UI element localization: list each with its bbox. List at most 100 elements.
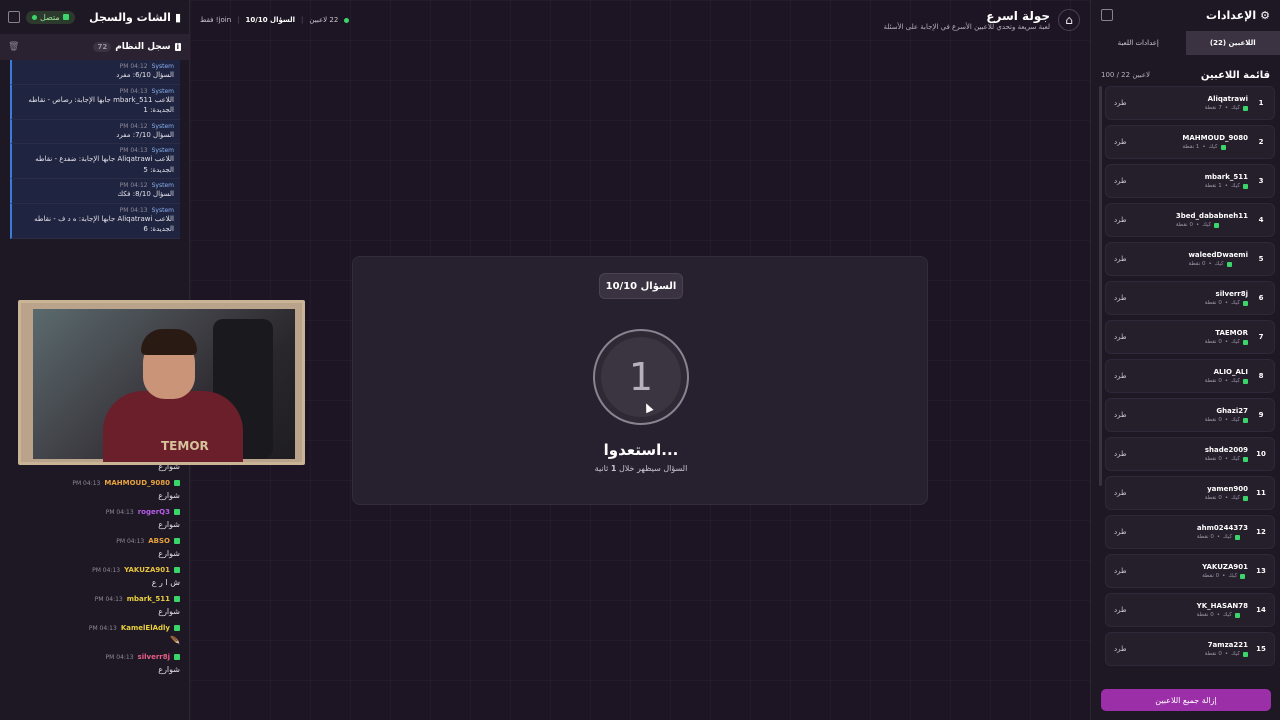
- player-source: كيك: [1231, 300, 1240, 306]
- kick-button[interactable]: طرد: [1114, 567, 1127, 575]
- ready-subtext: السؤال سيظهر خلال 1 ثانية: [353, 464, 929, 473]
- chat-icon: ▮: [174, 10, 181, 24]
- separator-dot: •: [1222, 573, 1226, 579]
- log-time: PM 04:13: [119, 87, 148, 95]
- settings-header: ⚙ الإعدادات: [1091, 0, 1280, 30]
- kick-button[interactable]: طرد: [1114, 294, 1127, 302]
- game-subtitle: لعبة سريعة وتحدي للاعبين الأسرع في الإجا…: [883, 23, 1050, 31]
- system-log-list[interactable]: PM 04:12 System السؤال 6/10: مفرد PM 04:13 S…: [0, 60, 190, 300]
- kick-button[interactable]: طرد: [1114, 333, 1127, 341]
- kick-check-icon: [62, 14, 69, 20]
- kick-button[interactable]: طرد: [1114, 606, 1127, 614]
- remove-all-players-button[interactable]: إزالة جميع اللاعبين: [1101, 689, 1271, 711]
- player-source: كيك: [1222, 612, 1232, 618]
- message-username[interactable]: rogerQ3: [138, 508, 170, 516]
- kick-button[interactable]: طرد: [1114, 450, 1127, 458]
- log-text: السؤال 8/10: فكك: [117, 190, 174, 198]
- player-source: كيك: [1231, 105, 1240, 111]
- players-list[interactable]: طرد Aliqatrawi كيك • 7 نقطة 1 طرد MAHMOUD_9080 ك…: [1105, 86, 1275, 666]
- player-text: ALIO_ALI كيك • 0 نقطة: [1205, 368, 1248, 384]
- player-name: Aliqatrawi: [1207, 95, 1248, 103]
- player-source: كيك: [1231, 456, 1240, 462]
- separator-dot: •: [1224, 378, 1229, 384]
- message-text: شوارع: [158, 665, 180, 674]
- kick-check-icon: [174, 509, 180, 515]
- player-text: 7amza221 كيك • 0 نقطة: [1205, 641, 1248, 657]
- message-username[interactable]: KamelElAdly: [121, 624, 170, 632]
- trash-icon[interactable]: 🗑: [8, 42, 19, 52]
- message-username[interactable]: YAKUZA901: [124, 566, 170, 574]
- message-meta: MAHMOUD_9080 PM 04:13: [10, 479, 180, 487]
- tab-game-settings[interactable]: إعدادات اللعبة: [1091, 31, 1186, 55]
- top-bar: 22 لاعبين | السؤال 10/10 | join! فقط ⌂ ج…: [190, 0, 1090, 40]
- log-item: PM 04:12 System السؤال 8/10: فكك: [10, 179, 180, 204]
- player-name: TAEMOR: [1215, 329, 1248, 337]
- chat-messages[interactable]: شوارع MAHMOUD_9080 PM 04:13 شوارع rogerQ3 PM …: [0, 458, 190, 678]
- player-meta: كيك • 7 نقطة: [1205, 105, 1248, 111]
- separator-dot: •: [1195, 222, 1200, 228]
- player-row: طرد Ghazi27 كيك • 0 نقطة 9: [1105, 398, 1275, 432]
- kick-check-icon: [1214, 222, 1220, 228]
- chat-message: rogerQ3 PM 04:13 شوارع: [0, 504, 190, 533]
- kick-button[interactable]: طرد: [1114, 138, 1127, 146]
- separator-dot: •: [1224, 456, 1229, 462]
- player-points: 1 نقطة: [1204, 183, 1222, 189]
- kick-button[interactable]: طرد: [1114, 177, 1127, 185]
- log-text: اللاعب mbark_511 جابها الإجابة: رصاص - ن…: [28, 95, 174, 115]
- collapse-panel-icon[interactable]: [8, 11, 20, 23]
- log-sender: System: [151, 182, 174, 189]
- player-info: waleedDwaemi كيك • 0 نقطة 5: [1188, 251, 1266, 267]
- message-username[interactable]: silverr8j: [138, 653, 170, 661]
- kick-check-icon: [1242, 183, 1248, 189]
- system-log-bar[interactable]: 🗑 i سجل النظام 72: [0, 34, 189, 60]
- separator-dot: •: [1216, 534, 1221, 540]
- message-username[interactable]: mbark_511: [127, 595, 170, 603]
- message-time: PM 04:13: [94, 595, 123, 603]
- kick-button[interactable]: طرد: [1114, 489, 1127, 497]
- kick-button[interactable]: طرد: [1114, 216, 1127, 224]
- player-rank: 10: [1256, 450, 1266, 458]
- player-source: كيك: [1208, 144, 1218, 150]
- players-scrollbar[interactable]: [1099, 86, 1102, 486]
- kick-button[interactable]: طرد: [1114, 528, 1127, 536]
- message-meta: ABSO PM 04:13: [10, 537, 180, 545]
- player-info: mbark_511 كيك • 1 نقطة 3: [1205, 173, 1266, 189]
- player-meta: كيك • 0 نقطة: [1205, 651, 1248, 657]
- player-name: mbark_511: [1204, 173, 1248, 181]
- player-row: طرد waleedDwaemi كيك • 0 نقطة 5: [1105, 242, 1275, 276]
- player-rank: 12: [1256, 528, 1266, 536]
- message-username[interactable]: MAHMOUD_9080: [104, 479, 170, 487]
- player-points: 0 نقطة: [1188, 261, 1206, 267]
- message-meta: rogerQ3 PM 04:13: [10, 508, 180, 516]
- message-username[interactable]: ABSO: [148, 537, 170, 545]
- game-header: ⌂ جولة اسرع لعبة سريعة وتحدي للاعبين الأ…: [884, 9, 1080, 31]
- player-name: shade2009: [1204, 446, 1248, 454]
- message-meta: KamelElAdly PM 04:13: [10, 624, 180, 632]
- kick-check-icon: [1240, 573, 1246, 579]
- message-time: PM 04:13: [72, 479, 101, 487]
- collapse-panel-icon[interactable]: [1101, 9, 1113, 21]
- kick-button[interactable]: طرد: [1114, 255, 1127, 263]
- player-name: silverr8j: [1215, 290, 1248, 298]
- log-item: PM 04:13 System اللاعب Aliqatrawi جابها ال…: [10, 203, 180, 239]
- log-text: اللاعب Aliqatrawi جابها الإجابة: ه د ف -…: [34, 214, 174, 234]
- chat-message: mbark_511 PM 04:13 شوارع: [0, 591, 190, 620]
- kick-check-icon: [174, 567, 180, 573]
- kick-button[interactable]: طرد: [1114, 411, 1127, 419]
- message-text: ش ا ر ع: [151, 578, 180, 587]
- kick-button[interactable]: طرد: [1114, 645, 1127, 653]
- kick-check-icon: [1243, 378, 1248, 384]
- player-meta: كيك • 0 نقطة: [1176, 222, 1248, 228]
- player-info: shade2009 كيك • 0 نقطة 10: [1205, 446, 1266, 462]
- player-points: 0 نقطة: [1204, 378, 1222, 384]
- player-text: YAKUZA901 كيك • 0 نقطة: [1202, 563, 1248, 579]
- player-points: 0 نقطة: [1175, 222, 1193, 228]
- kick-button[interactable]: طرد: [1114, 372, 1127, 380]
- log-text: السؤال 6/10: مفرد: [116, 71, 174, 79]
- kick-button[interactable]: طرد: [1114, 99, 1127, 107]
- player-name: ahm0244373: [1196, 524, 1248, 532]
- player-info: ahm0244373 كيك • 0 نقطة 12: [1197, 524, 1266, 540]
- tab-players[interactable]: اللاعبين (22): [1185, 31, 1280, 55]
- player-name: YK_HASAN78: [1196, 602, 1248, 610]
- home-icon[interactable]: ⌂: [1058, 9, 1080, 31]
